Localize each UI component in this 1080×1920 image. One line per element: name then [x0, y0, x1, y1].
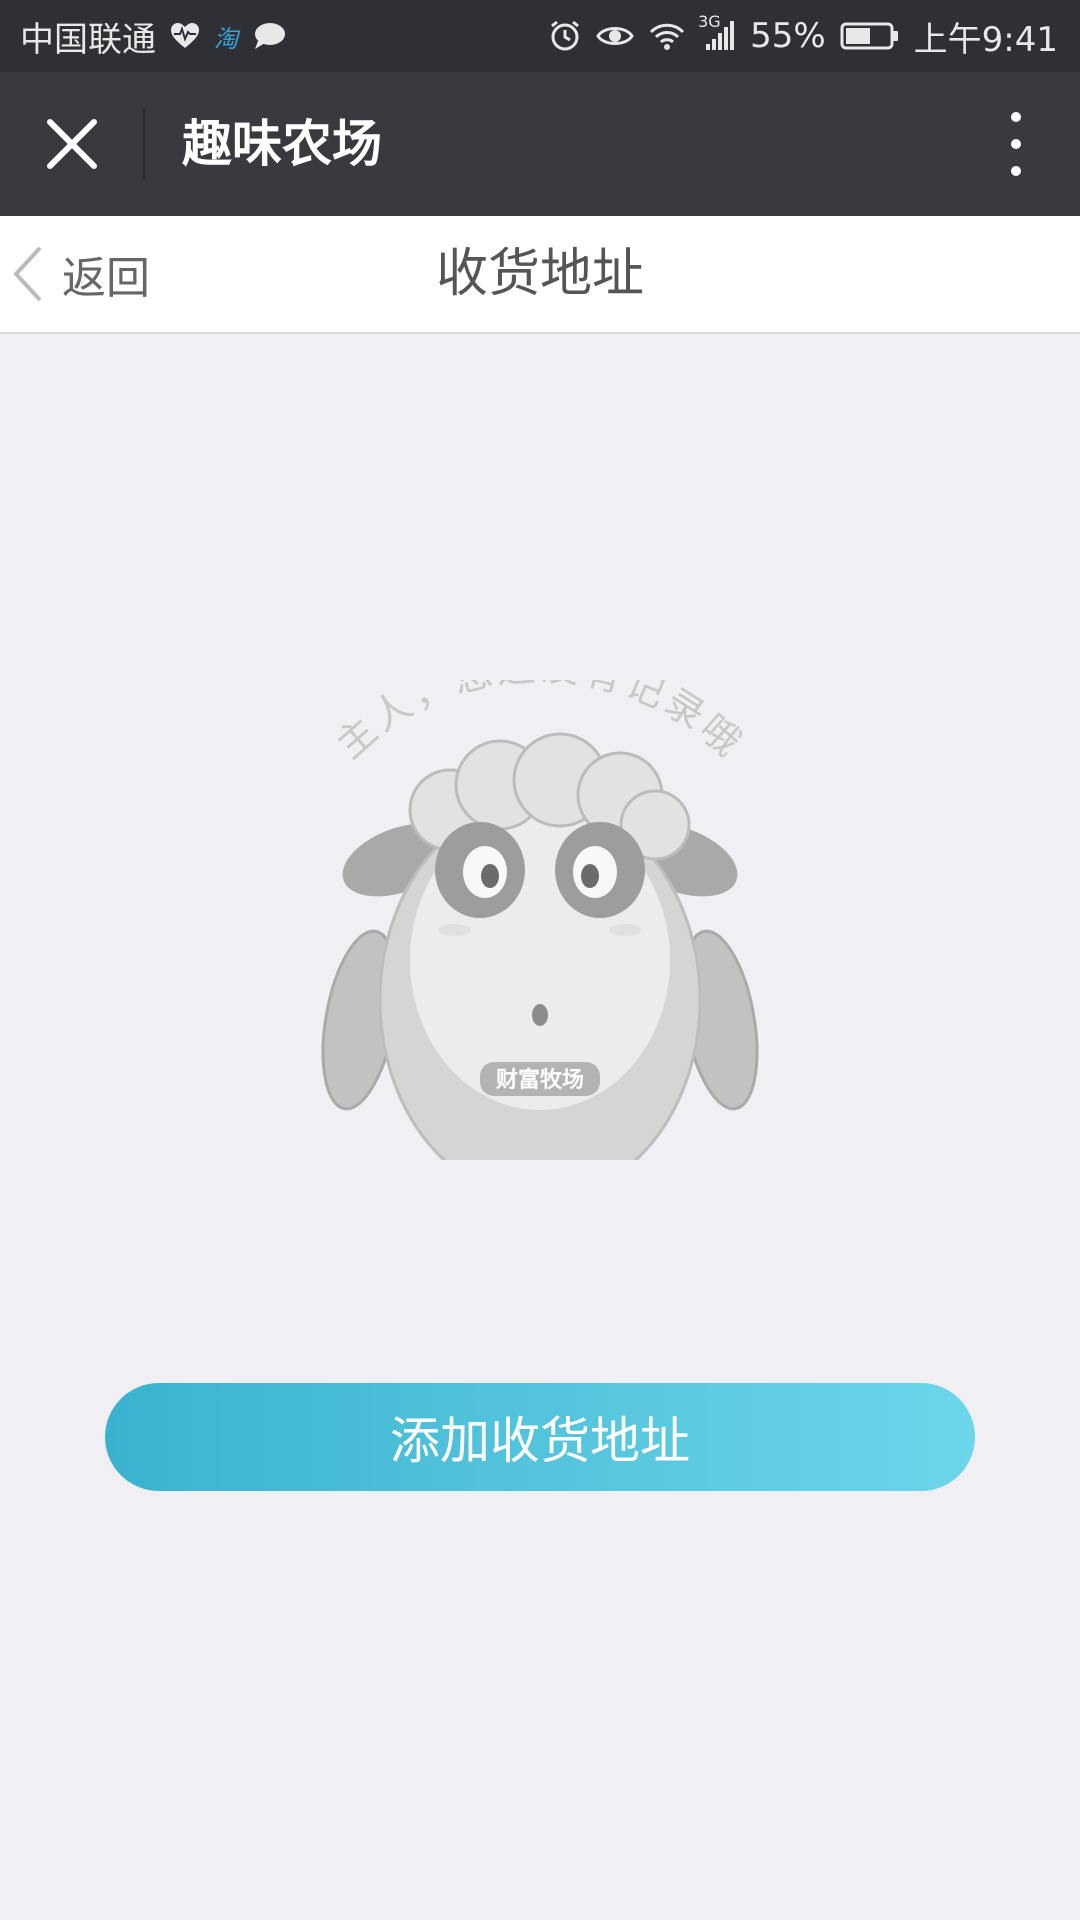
add-address-button[interactable]: 添加收货地址: [105, 1383, 975, 1491]
carrier-label: 中国联通: [20, 19, 156, 60]
status-bar-left: 中国联通 淘: [20, 12, 286, 61]
clock: 上午9:41: [913, 19, 1058, 60]
alarm-icon: [548, 19, 582, 53]
more-options-button[interactable]: [992, 112, 1040, 176]
mascot-badge: 财富牧场: [496, 1067, 584, 1093]
battery-percent: 55%: [750, 16, 826, 56]
taobao-icon: 淘: [214, 24, 238, 53]
close-icon: [47, 119, 97, 169]
heart-rate-icon: [170, 22, 200, 50]
page-nav-bar: 返回 收货地址: [0, 216, 1080, 334]
chat-bubble-icon: [252, 21, 286, 51]
close-button[interactable]: [38, 110, 106, 178]
signal-icon: 3G: [698, 12, 736, 52]
app-title: 趣味农场: [182, 115, 382, 173]
title-bar-divider: [143, 108, 145, 180]
eye-icon: [596, 22, 634, 50]
title-bar: 趣味农场: [0, 72, 1080, 216]
sheep-mascot-icon: 主人，您还没有记录哦 财富牧场: [321, 645, 759, 1208]
empty-state-illustration: 主人，您还没有记录哦 财富牧场: [300, 645, 780, 1208]
status-bar: 中国联通 淘 3G 55% 上午9:41: [0, 0, 1080, 72]
wifi-icon: [648, 21, 686, 51]
status-bar-right: 3G 55% 上午9:41: [548, 12, 1058, 61]
page-title: 收货地址: [435, 244, 644, 304]
more-vertical-icon: [1011, 112, 1021, 122]
battery-icon: [840, 21, 900, 51]
network-type-label: 3G: [698, 12, 721, 31]
